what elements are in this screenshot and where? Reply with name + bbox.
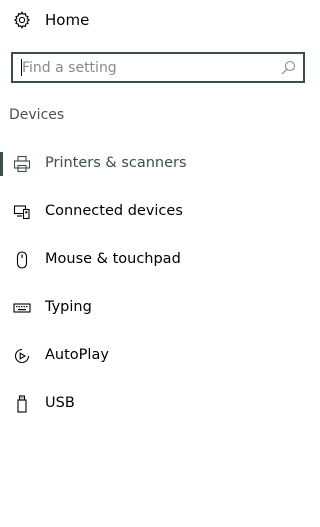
nav-item-label: AutoPlay bbox=[45, 347, 109, 363]
selection-indicator bbox=[0, 392, 3, 416]
usb-icon bbox=[13, 395, 31, 413]
nav-item-label: Mouse & touchpad bbox=[45, 251, 181, 267]
nav-item-usb[interactable]: USB bbox=[0, 380, 320, 428]
search-icon[interactable] bbox=[281, 60, 296, 75]
keyboard-icon bbox=[13, 299, 31, 317]
search-input[interactable] bbox=[13, 54, 275, 81]
section-title: Devices bbox=[9, 107, 65, 123]
selection-indicator bbox=[0, 248, 3, 272]
nav-item-label: Printers & scanners bbox=[45, 155, 187, 171]
selection-indicator bbox=[0, 344, 3, 368]
search-box[interactable] bbox=[11, 52, 305, 83]
mouse-icon bbox=[13, 251, 31, 269]
settings-nav-pane: Home Devices bbox=[0, 0, 320, 527]
selection-indicator bbox=[0, 296, 3, 320]
selection-indicator bbox=[0, 152, 3, 176]
gear-icon bbox=[13, 11, 31, 29]
devices-nav-list: Printers & scanners Connected devices Mo… bbox=[0, 140, 320, 428]
nav-item-autoplay[interactable]: AutoPlay bbox=[0, 332, 320, 380]
home-label: Home bbox=[45, 11, 90, 29]
nav-item-connected-devices[interactable]: Connected devices bbox=[0, 188, 320, 236]
selection-indicator bbox=[0, 200, 3, 224]
connected-devices-icon bbox=[13, 203, 31, 221]
text-caret bbox=[21, 59, 22, 76]
nav-item-printers-scanners[interactable]: Printers & scanners bbox=[0, 140, 320, 188]
printer-icon bbox=[13, 155, 31, 173]
home-nav-item[interactable]: Home bbox=[0, 4, 320, 36]
nav-item-label: Typing bbox=[45, 299, 92, 315]
nav-item-label: Connected devices bbox=[45, 203, 183, 219]
nav-item-typing[interactable]: Typing bbox=[0, 284, 320, 332]
nav-item-mouse-touchpad[interactable]: Mouse & touchpad bbox=[0, 236, 320, 284]
autoplay-icon bbox=[13, 347, 31, 365]
nav-item-label: USB bbox=[45, 395, 75, 411]
